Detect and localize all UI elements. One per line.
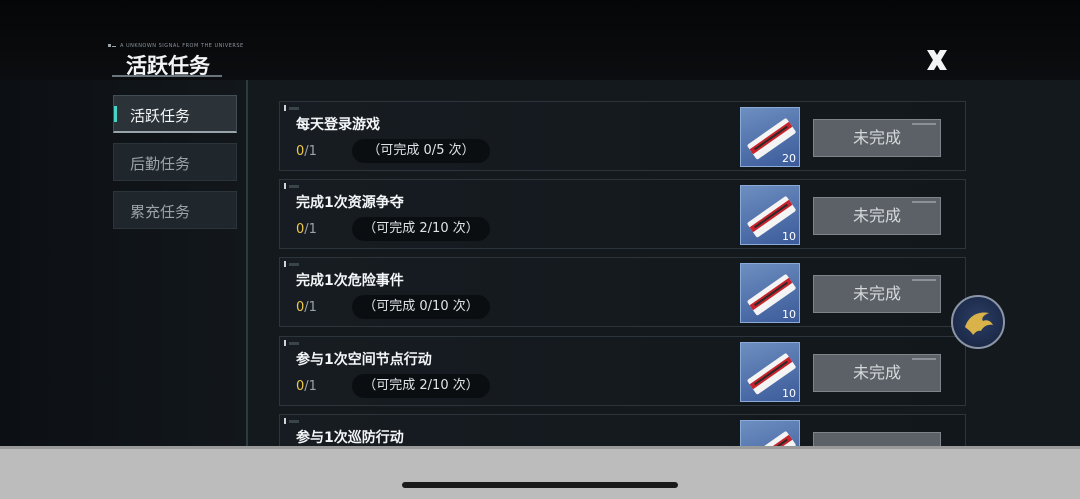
row-mark <box>289 107 299 110</box>
title-deco-icon <box>108 44 116 47</box>
close-button[interactable] <box>922 47 952 73</box>
status-button[interactable]: 未完成 <box>813 354 941 392</box>
status-label: 未完成 <box>852 128 901 147</box>
task-name: 完成1次资源争夺 <box>296 195 404 211</box>
status-deco <box>912 201 936 203</box>
row-mark <box>284 418 286 424</box>
task-row: 每天登录游戏 0/1 （可完成 0/5 次） 20 未完成 <box>279 101 966 171</box>
sidebar-item-label: 累充任务 <box>130 203 191 221</box>
progress-total: /1 <box>304 300 317 315</box>
row-mark <box>289 342 299 345</box>
task-name: 参与1次空间节点行动 <box>296 352 432 368</box>
task-row: 完成1次危险事件 0/1 （可完成 0/10 次） 10 未完成 <box>279 257 966 327</box>
row-mark <box>284 105 286 111</box>
progress-total: /1 <box>304 379 317 394</box>
row-mark <box>289 420 299 423</box>
ticket-card-icon <box>747 431 796 446</box>
sidebar-item-logistics-tasks[interactable]: 后勤任务 <box>113 143 237 181</box>
row-mark <box>284 340 286 346</box>
task-progress: 0/1 <box>296 222 317 237</box>
title-caption: A UNKNOWN SIGNAL FROM THE UNIVERSE <box>120 43 244 49</box>
task-row: 完成1次资源争夺 0/1 （可完成 2/10 次） 10 未完成 <box>279 179 966 249</box>
task-name: 完成1次危险事件 <box>296 273 404 289</box>
main-panel: 活跃任务 后勤任务 累充任务 每天登录游戏 0/1 （可完成 0/5 次） 20 <box>0 80 1080 446</box>
status-button[interactable]: 未完成 <box>813 275 941 313</box>
task-list[interactable]: 每天登录游戏 0/1 （可完成 0/5 次） 20 未完成 完成1次资源争夺 0… <box>248 80 1080 446</box>
row-mark <box>284 261 286 267</box>
sidebar-item-recharge-tasks[interactable]: 累充任务 <box>113 191 237 229</box>
status-label: 未完成 <box>852 363 901 382</box>
top-bar: A UNKNOWN SIGNAL FROM THE UNIVERSE 活跃任务 <box>0 0 1080 81</box>
status-button[interactable] <box>813 432 941 446</box>
task-row: 参与1次巡防行动 <box>279 414 966 446</box>
phoenix-emblem-icon <box>965 312 993 335</box>
reward-item[interactable]: 10 <box>740 263 800 323</box>
reward-item[interactable]: 10 <box>740 342 800 402</box>
status-deco <box>912 123 936 125</box>
status-button[interactable]: 未完成 <box>813 119 941 157</box>
reward-count: 10 <box>782 308 796 321</box>
status-label: 未完成 <box>852 206 901 225</box>
task-name: 每天登录游戏 <box>296 117 380 133</box>
home-indicator[interactable] <box>402 482 678 488</box>
status-label: 未完成 <box>852 284 901 303</box>
task-name: 参与1次巡防行动 <box>296 430 404 446</box>
status-button[interactable]: 未完成 <box>813 197 941 235</box>
row-mark <box>289 185 299 188</box>
reward-count: 10 <box>782 387 796 400</box>
reward-item[interactable]: 10 <box>740 185 800 245</box>
phoenix-float-button[interactable] <box>951 295 1005 349</box>
bottom-bar <box>0 446 1080 499</box>
task-progress: 0/1 <box>296 300 317 315</box>
task-progress: 0/1 <box>296 144 317 159</box>
sidebar-item-label: 后勤任务 <box>130 155 191 173</box>
reward-item[interactable] <box>740 420 800 446</box>
row-mark <box>284 183 286 189</box>
title-underline <box>112 75 222 77</box>
sidebar: 活跃任务 后勤任务 累充任务 <box>0 80 246 446</box>
close-x-icon <box>927 50 947 70</box>
task-progress: 0/1 <box>296 379 317 394</box>
sidebar-item-label: 活跃任务 <box>130 107 191 125</box>
reward-count: 10 <box>782 230 796 243</box>
completion-limit: （可完成 0/10 次） <box>352 295 490 319</box>
progress-total: /1 <box>304 144 317 159</box>
completion-limit: （可完成 2/10 次） <box>352 374 490 398</box>
progress-total: /1 <box>304 222 317 237</box>
reward-count: 20 <box>782 152 796 165</box>
row-mark <box>289 263 299 266</box>
completion-limit: （可完成 2/10 次） <box>352 217 490 241</box>
task-row: 参与1次空间节点行动 0/1 （可完成 2/10 次） 10 未完成 <box>279 336 966 406</box>
sidebar-item-active-tasks[interactable]: 活跃任务 <box>113 95 237 133</box>
reward-item[interactable]: 20 <box>740 107 800 167</box>
completion-limit: （可完成 0/5 次） <box>352 139 490 163</box>
status-deco <box>912 358 936 360</box>
status-deco <box>912 279 936 281</box>
